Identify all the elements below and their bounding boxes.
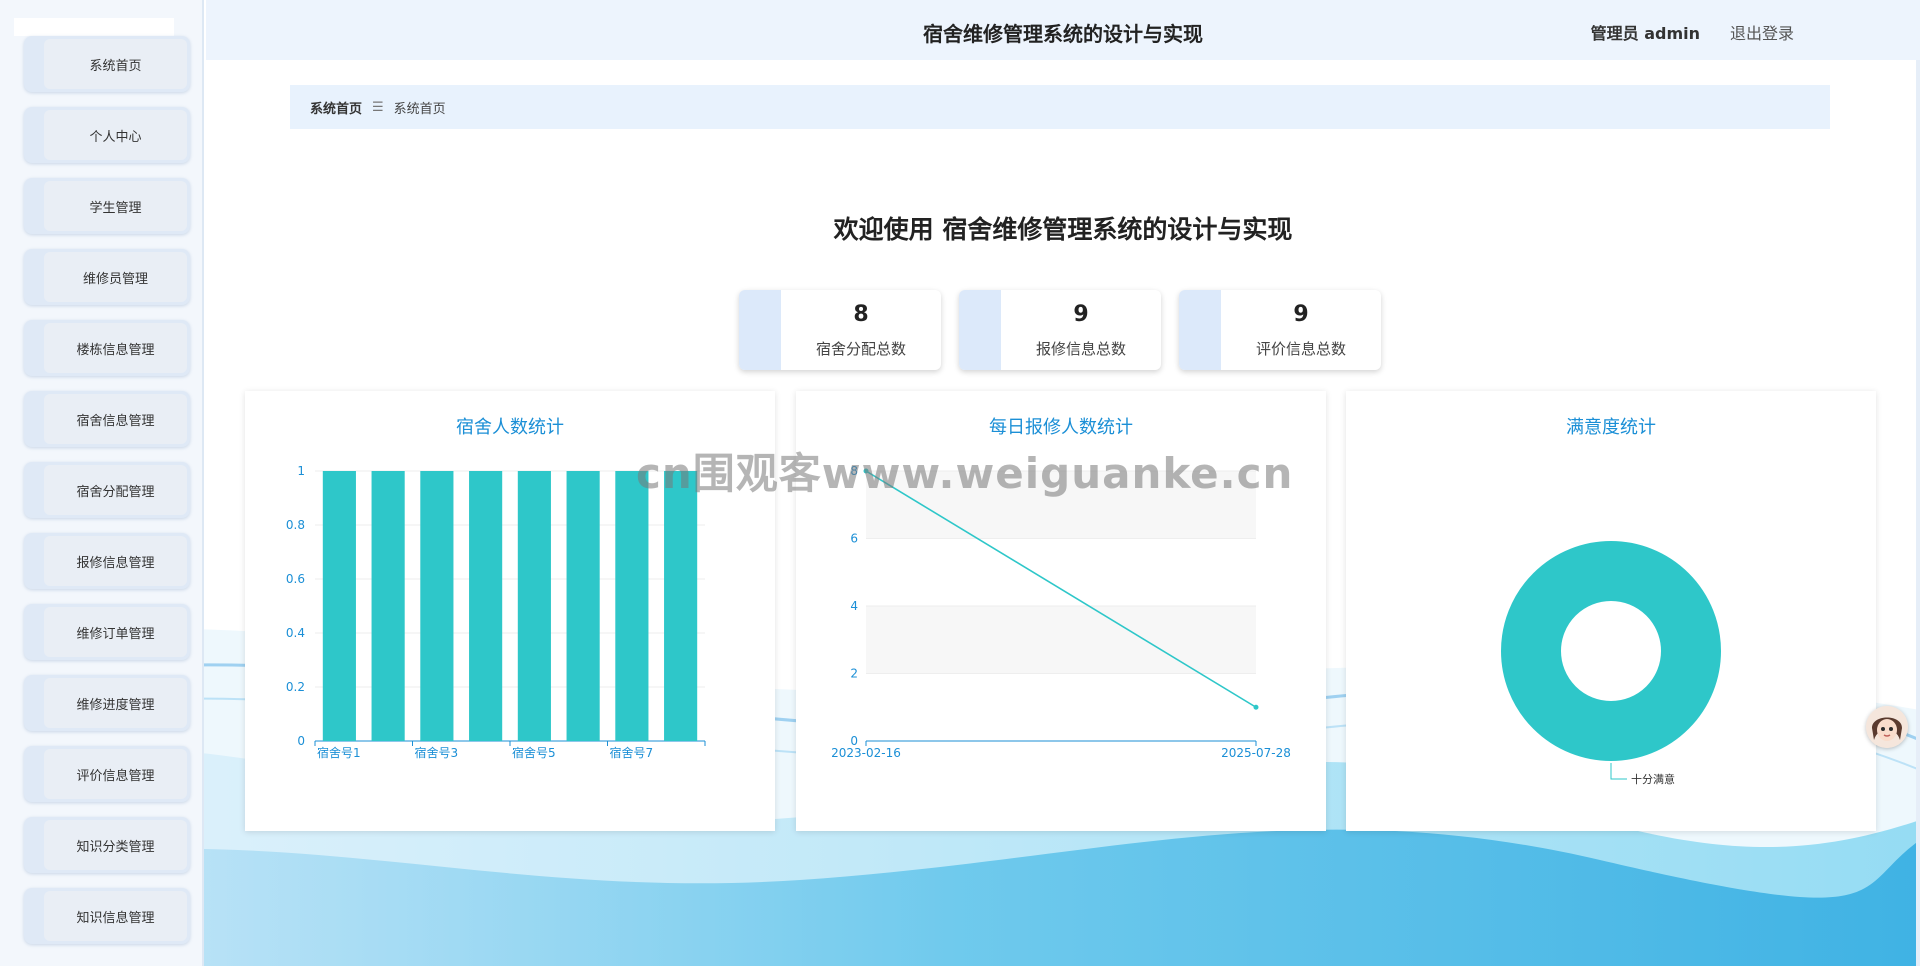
sidebar-item-label: 评价信息管理 — [44, 749, 187, 799]
grid-band — [866, 673, 1256, 741]
assistant-avatar[interactable] — [1866, 706, 1908, 748]
pie-slice — [1501, 541, 1721, 761]
y-tick-label: 4 — [850, 599, 858, 613]
data-point — [1253, 704, 1259, 710]
stat-label: 评价信息总数 — [1255, 340, 1346, 358]
slice-label: 十分满意 — [1631, 772, 1675, 786]
x-tick-label: 2023-02-16 — [831, 746, 901, 760]
sidebar-item-label: 知识信息管理 — [44, 891, 187, 941]
sidebar-item-label: 维修进度管理 — [44, 678, 187, 728]
sidebar-item-label: 宿舍信息管理 — [44, 394, 187, 444]
sidebar-item-label: 学生管理 — [44, 181, 187, 231]
stat-accent — [739, 290, 781, 370]
sidebar-item-label: 维修员管理 — [44, 252, 187, 302]
app-root: 系统首页个人中心学生管理维修员管理楼栋信息管理 宿舍信息管理 宿舍分配管理 报修信息管… — [0, 0, 1920, 966]
x-tick-label: 宿舍号1 — [317, 745, 361, 760]
y-tick-label: 1 — [297, 464, 305, 478]
stat-accent — [1179, 290, 1221, 370]
header: 宿舍维修管理系统的设计与实现 管理员 admin 退出登录 — [206, 0, 1920, 60]
y-tick-label: 2 — [850, 667, 858, 681]
stat-value: 9 — [1073, 302, 1089, 327]
bar — [420, 471, 454, 741]
right-edge-line — [1916, 0, 1920, 966]
sidebar-item[interactable]: 报修信息管理 — [24, 533, 190, 589]
bar — [566, 471, 600, 741]
sidebar-item[interactable]: 知识分类管理 — [24, 817, 190, 873]
sidebar-item[interactable]: 维修员管理 — [24, 249, 190, 305]
stat-label: 宿舍分配总数 — [815, 340, 906, 358]
slice-leader-line — [1610, 763, 1627, 780]
y-tick-label: 6 — [850, 532, 858, 546]
stat-value: 8 — [853, 302, 869, 327]
x-tick-label: 宿舍号5 — [512, 745, 556, 760]
sidebar-item[interactable]: 维修进度管理 — [24, 675, 190, 731]
stat-card-dorm-allocation: 8 宿舍分配总数 — [739, 290, 941, 370]
stat-card-repair-info: 9 报修信息总数 — [959, 290, 1161, 370]
sidebar-top-strip — [14, 18, 174, 36]
breadcrumb-home[interactable]: 系统首页 — [310, 98, 362, 117]
sidebar-item-label: 宿舍分配管理 — [44, 465, 187, 515]
sidebar-item[interactable]: 维修订单管理 — [24, 604, 190, 660]
sidebar-item-label: 知识分类管理 — [44, 820, 187, 870]
y-tick-label: 0 — [297, 734, 305, 748]
sidebar-item-label: 个人中心 — [44, 110, 187, 160]
sidebar-item-label: 系统首页 — [44, 39, 187, 89]
stat-value: 9 — [1293, 302, 1309, 327]
bar — [615, 471, 649, 741]
y-tick-label: 0.4 — [286, 626, 305, 640]
bar — [517, 471, 551, 741]
sidebar-item[interactable]: 个人中心 — [24, 107, 190, 163]
chart-card-satisfaction: 满意度统计 十分满意 — [1346, 391, 1876, 831]
pie-chart: 十分满意 — [1501, 541, 1721, 786]
sidebar: 系统首页个人中心学生管理维修员管理楼栋信息管理 宿舍信息管理 宿舍分配管理 报修信息管… — [0, 0, 204, 966]
bar — [371, 471, 405, 741]
breadcrumb: 系统首页 ☰ 系统首页 — [290, 85, 1830, 129]
welcome-heading: 欢迎使用 宿舍维修管理系统的设计与实现 — [833, 215, 1293, 244]
sidebar-item[interactable]: 宿舍信息管理 — [24, 391, 190, 447]
y-tick-label: 0.6 — [286, 572, 305, 586]
stat-card-evaluation-info: 9 评价信息总数 — [1179, 290, 1381, 370]
menu-icon: ☰ — [372, 99, 384, 115]
sidebar-item-label: 楼栋信息管理 — [44, 323, 187, 373]
grid-band — [866, 606, 1256, 674]
y-tick-label: 0.2 — [286, 680, 305, 694]
stat-label: 报修信息总数 — [1035, 340, 1126, 358]
x-tick-label: 宿舍号3 — [415, 745, 459, 760]
grid-band — [866, 538, 1256, 606]
breadcrumb-current: 系统首页 — [393, 101, 446, 117]
x-tick-label: 宿舍号7 — [610, 745, 654, 760]
bar — [322, 471, 356, 741]
avatar-icon — [1866, 706, 1908, 748]
watermark: cn围观客www.weiguanke.cn — [636, 449, 1294, 498]
sidebar-item-label: 维修订单管理 — [44, 607, 187, 657]
sidebar-item[interactable]: 知识信息管理 — [24, 888, 190, 944]
x-tick-label: 2025-07-28 — [1221, 746, 1291, 760]
user-label: 管理员 admin — [1590, 24, 1700, 43]
sidebar-item[interactable]: 系统首页 — [24, 36, 190, 92]
sidebar-item-label: 报修信息管理 — [44, 536, 187, 586]
stat-accent — [959, 290, 1001, 370]
sidebar-item[interactable]: 学生管理 — [24, 178, 190, 234]
bar — [469, 471, 503, 741]
bar — [664, 471, 698, 741]
sidebar-item[interactable]: 宿舍分配管理 — [24, 462, 190, 518]
sidebar-item[interactable]: 评价信息管理 — [24, 746, 190, 802]
y-tick-label: 0.8 — [286, 518, 305, 532]
sidebar-item[interactable]: 楼栋信息管理 — [24, 320, 190, 376]
logout-button[interactable]: 退出登录 — [1730, 20, 1794, 44]
